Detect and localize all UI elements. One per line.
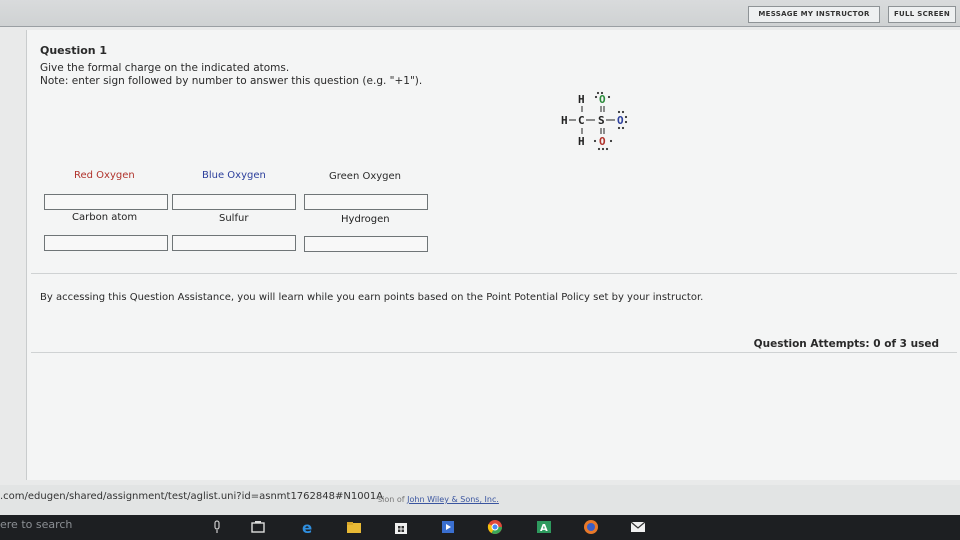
file-explorer-icon[interactable] [346, 519, 362, 535]
store-icon[interactable] [393, 519, 409, 535]
status-url: .com/edugen/shared/assignment/test/aglis… [0, 491, 384, 502]
svg-text:H: H [561, 114, 568, 127]
hydrogen-label: Hydrogen [341, 214, 390, 225]
question-instruction: Give the formal charge on the indicated … [40, 62, 290, 74]
task-view-icon[interactable] [250, 519, 266, 535]
copyright-prefix: sion of [378, 495, 405, 504]
edge-browser-icon[interactable]: e [300, 519, 316, 535]
carbon-atom-answer-input[interactable] [44, 235, 168, 251]
svg-text:O: O [599, 135, 606, 148]
hydrogen-answer-input[interactable] [304, 236, 428, 252]
red-oxygen-answer-input[interactable] [44, 194, 168, 210]
question-assistance-text: By accessing this Question Assistance, y… [40, 292, 704, 303]
full-screen-button[interactable]: FULL SCREEN [888, 6, 956, 23]
question-attempts: Question Attempts: 0 of 3 used [753, 338, 939, 350]
message-instructor-button[interactable]: MESSAGE MY INSTRUCTOR [748, 6, 880, 23]
svg-text:O: O [617, 114, 624, 127]
chrome-icon[interactable] [487, 519, 503, 535]
blue-oxygen-label: Blue Oxygen [202, 170, 266, 181]
browser-status-bar: .com/edugen/shared/assignment/test/aglis… [0, 485, 960, 515]
firefox-icon[interactable] [583, 519, 599, 535]
svg-text:e: e [302, 519, 312, 535]
microphone-icon[interactable] [209, 519, 225, 535]
svg-text:H: H [578, 135, 585, 148]
question-title: Question 1 [40, 44, 108, 57]
taskbar-search-box[interactable]: ere to search [0, 518, 72, 531]
windows-taskbar: ere to search e A [0, 515, 960, 540]
divider [31, 352, 957, 353]
carbon-atom-label: Carbon atom [72, 212, 138, 223]
svg-text:A: A [540, 523, 548, 534]
sulfur-answer-input[interactable] [172, 235, 296, 251]
question-note: Note: enter sign followed by number to a… [40, 75, 423, 87]
app-a-icon[interactable]: A [536, 519, 552, 535]
svg-text:H: H [578, 93, 585, 106]
red-oxygen-label: Red Oxygen [74, 170, 135, 181]
green-oxygen-label: Green Oxygen [329, 171, 402, 182]
svg-text:C: C [578, 114, 585, 127]
blue-oxygen-answer-input[interactable] [172, 194, 296, 210]
svg-text:O: O [599, 93, 606, 106]
question-panel: Question 1 Give the formal charge on the… [26, 30, 960, 480]
copyright-text: sion of John Wiley & Sons, Inc. [378, 495, 499, 504]
top-toolbar: MESSAGE MY INSTRUCTOR FULL SCREEN [0, 0, 960, 27]
mail-icon[interactable] [630, 519, 646, 535]
publisher-link[interactable]: John Wiley & Sons, Inc. [407, 495, 499, 504]
lewis-structure-image: H O H C S O H O [561, 91, 628, 151]
svg-text:S: S [598, 114, 605, 127]
media-player-icon[interactable] [440, 519, 456, 535]
green-oxygen-answer-input[interactable] [304, 194, 428, 210]
sulfur-label: Sulfur [219, 213, 249, 224]
divider [31, 273, 957, 274]
